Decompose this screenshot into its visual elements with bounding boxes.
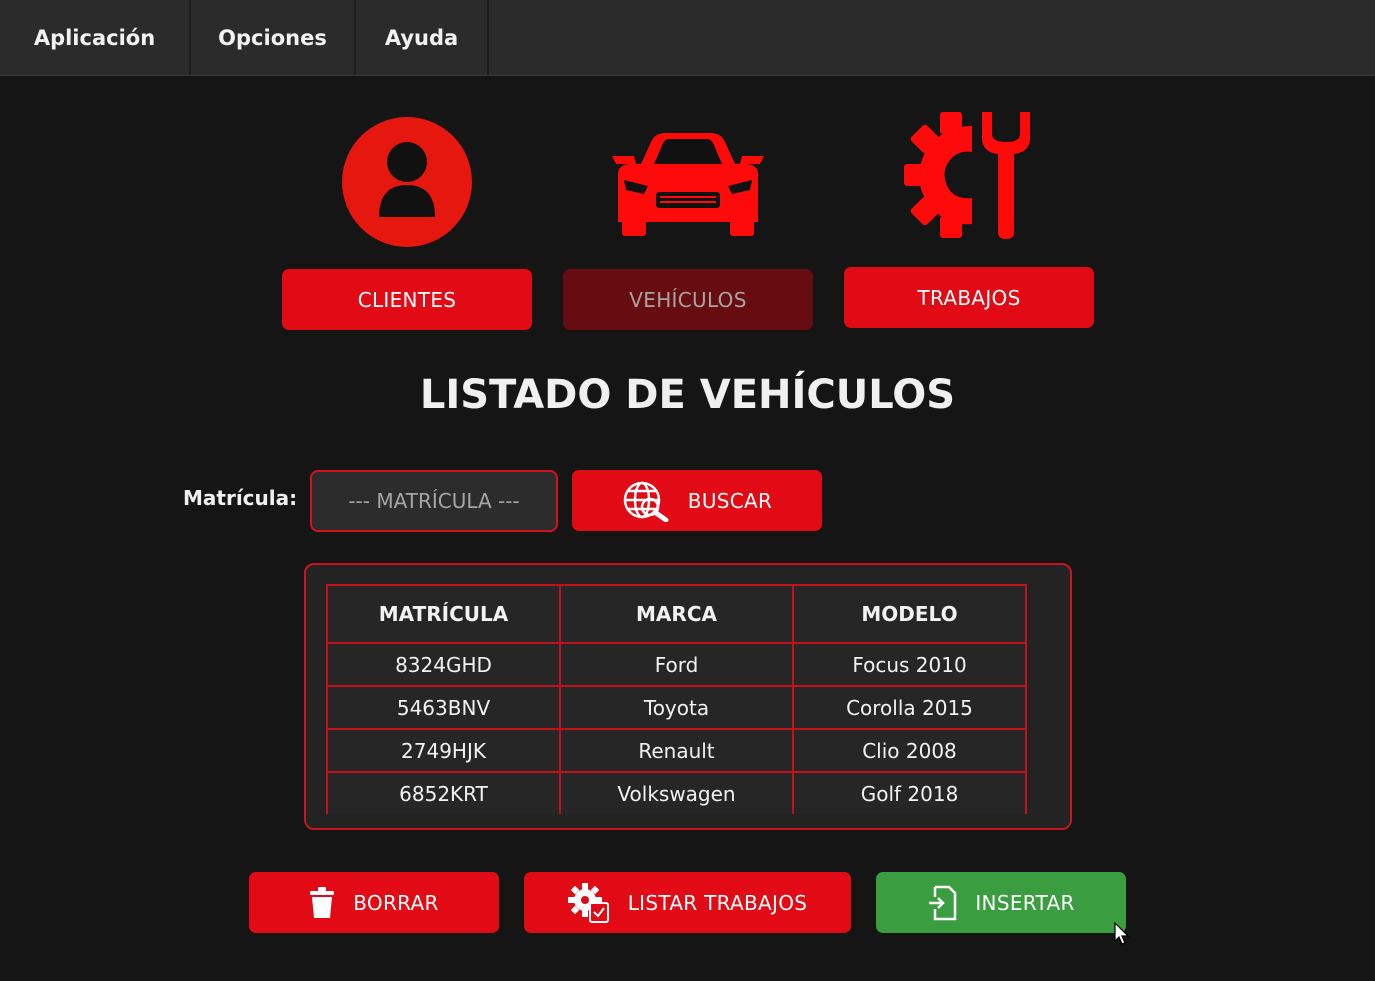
header-modelo[interactable]: MODELO	[792, 584, 1027, 644]
cell-matricula[interactable]: 5463BNV	[326, 685, 561, 730]
header-marca[interactable]: MARCA	[559, 584, 794, 644]
header-matricula[interactable]: MATRÍCULA	[326, 584, 561, 644]
buscar-button[interactable]: BUSCAR	[572, 470, 822, 531]
table-header-row: MATRÍCULA MARCA MODELO	[326, 584, 1027, 644]
cell-modelo[interactable]: Clio 2008	[792, 728, 1027, 773]
cell-marca[interactable]: Volkswagen	[559, 771, 794, 814]
cell-marca[interactable]: Toyota	[559, 685, 794, 730]
table-row[interactable]: 8324GHD Ford Focus 2010	[326, 642, 1027, 687]
car-icon	[608, 130, 768, 242]
menu-aplicacion[interactable]: Aplicación	[0, 0, 191, 75]
cell-matricula[interactable]: 2749HJK	[326, 728, 561, 773]
page-title: LISTADO DE VEHÍCULOS	[419, 372, 956, 418]
vehiculos-table: MATRÍCULA MARCA MODELO 8324GHD Ford Focu…	[326, 584, 1027, 814]
menu-opciones[interactable]: Opciones	[191, 0, 356, 75]
listar-trabajos-label: LISTAR TRABAJOS	[627, 890, 808, 915]
buscar-label: BUSCAR	[687, 488, 773, 513]
table-row[interactable]: 2749HJK Renault Clio 2008	[326, 728, 1027, 773]
vehiculos-button[interactable]: VEHÍCULOS	[563, 269, 813, 330]
matricula-label: Matrícula:	[183, 486, 298, 510]
insertar-button[interactable]: INSERTAR	[876, 872, 1126, 933]
cell-modelo[interactable]: Focus 2010	[792, 642, 1027, 687]
cell-modelo[interactable]: Corolla 2015	[792, 685, 1027, 730]
cell-marca[interactable]: Ford	[559, 642, 794, 687]
trash-icon	[309, 886, 335, 919]
table-row[interactable]: 5463BNV Toyota Corolla 2015	[326, 685, 1027, 730]
cell-marca[interactable]: Renault	[559, 728, 794, 773]
document-insert-icon	[927, 885, 957, 921]
vehiculos-table-frame: MATRÍCULA MARCA MODELO 8324GHD Ford Focu…	[304, 563, 1072, 830]
user-icon	[342, 117, 472, 251]
insertar-label: INSERTAR	[975, 890, 1075, 915]
cell-matricula[interactable]: 8324GHD	[326, 642, 561, 687]
mouse-cursor-icon	[1114, 921, 1130, 950]
gear-wrench-icon	[902, 108, 1036, 246]
clientes-button[interactable]: CLIENTES	[282, 269, 532, 330]
gear-list-icon	[567, 882, 610, 923]
listar-trabajos-button[interactable]: LISTAR TRABAJOS	[524, 872, 851, 933]
matricula-input[interactable]	[310, 470, 558, 532]
cell-modelo[interactable]: Golf 2018	[792, 771, 1027, 814]
borrar-button[interactable]: BORRAR	[249, 872, 499, 933]
menu-ayuda[interactable]: Ayuda	[356, 0, 489, 75]
table-row[interactable]: 6852KRT Volkswagen Golf 2018	[326, 771, 1027, 814]
borrar-label: BORRAR	[353, 890, 439, 915]
trabajos-button[interactable]: TRABAJOS	[844, 267, 1094, 328]
menubar: Aplicación Opciones Ayuda	[0, 0, 1375, 76]
cell-matricula[interactable]: 6852KRT	[326, 771, 561, 814]
globe-search-icon	[622, 480, 670, 522]
